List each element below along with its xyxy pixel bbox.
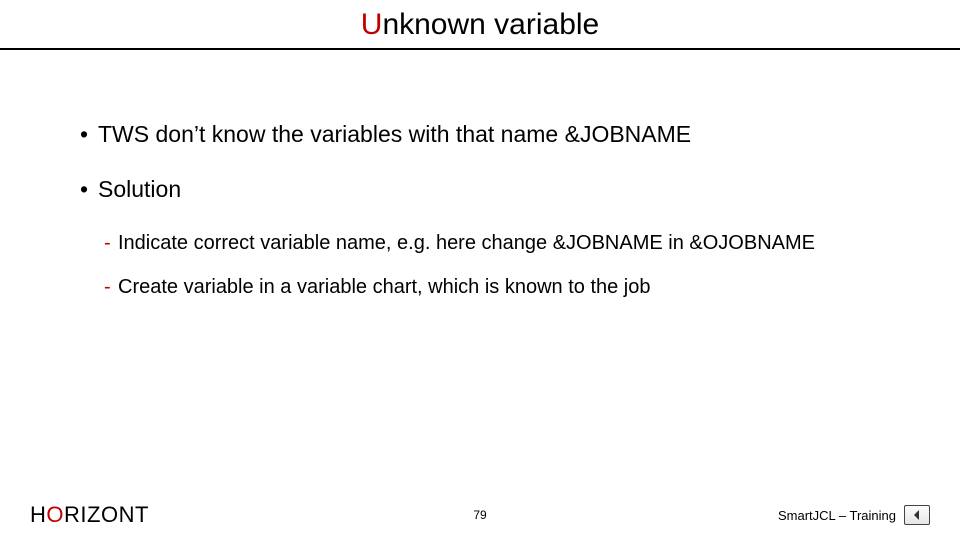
course-name: SmartJCL – Training — [778, 508, 896, 523]
logo-post: RIZONT — [64, 502, 149, 527]
slide-body: TWS don’t know the variables with that n… — [0, 50, 960, 300]
title-rest: nknown variable — [382, 8, 599, 41]
prev-button[interactable] — [904, 505, 930, 525]
chevron-left-icon — [911, 509, 923, 521]
title-accent: U — [361, 8, 383, 41]
slide-title: Unknown variable — [0, 0, 960, 42]
subbullet-indicate: Indicate correct variable name, e.g. her… — [104, 230, 880, 256]
footer: HORIZONT 79 SmartJCL – Training — [0, 502, 960, 528]
logo: HORIZONT — [30, 502, 149, 528]
bullet-tws: TWS don’t know the variables with that n… — [80, 120, 880, 149]
page-number: 79 — [473, 508, 486, 522]
logo-accent: O — [46, 502, 64, 527]
bullet-solution: Solution — [80, 175, 880, 204]
logo-pre: H — [30, 502, 46, 527]
subbullet-create: Create variable in a variable chart, whi… — [104, 274, 880, 300]
